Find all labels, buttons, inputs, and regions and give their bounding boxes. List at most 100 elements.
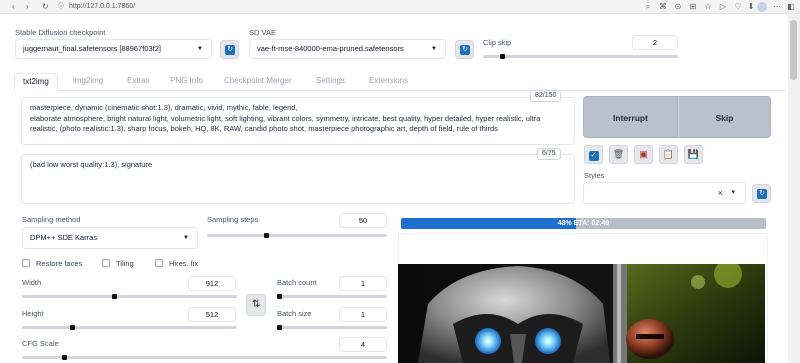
sampling-steps-label: Sampling steps bbox=[207, 215, 259, 224]
refresh-vae-button[interactable]: ↻ bbox=[455, 40, 474, 59]
restore-faces-label: Restore faces bbox=[36, 259, 83, 268]
batch-count-slider[interactable] bbox=[277, 295, 387, 298]
sampling-steps-slider[interactable] bbox=[207, 234, 387, 237]
page-scrollbar-thumb[interactable] bbox=[790, 20, 797, 80]
clip-skip-slider[interactable] bbox=[483, 55, 678, 58]
checkpoint-label: Stable Diffusion checkpoint bbox=[15, 28, 106, 37]
menu-icon[interactable]: ⋯ bbox=[772, 2, 782, 12]
tab-img2img[interactable]: img2img bbox=[73, 73, 103, 91]
sampling-steps-slider-thumb[interactable] bbox=[264, 233, 269, 238]
refresh-icon: ↻ bbox=[757, 189, 767, 199]
tab-extensions[interactable]: Extensions bbox=[369, 73, 408, 91]
tiling-label: Tiling bbox=[116, 259, 134, 268]
width-label: Width bbox=[22, 278, 42, 287]
tab-txt2img[interactable]: txt2img bbox=[14, 73, 58, 91]
height-label: Height bbox=[22, 309, 44, 318]
downloads-icon[interactable]: ⬇ bbox=[746, 2, 756, 12]
search-icon[interactable]: ⌕ bbox=[643, 2, 653, 12]
tool-button-save[interactable]: 💾 bbox=[684, 145, 703, 164]
refresh-styles-button[interactable]: ↻ bbox=[752, 184, 771, 203]
swap-icon: ⇅ bbox=[252, 299, 261, 310]
interrupt-button[interactable]: Interrupt bbox=[583, 96, 678, 138]
batch-size-label: Batch size bbox=[277, 309, 312, 318]
forward-icon[interactable]: › bbox=[26, 2, 29, 12]
progress-bar: 48% ETA: 02:49 bbox=[401, 218, 766, 229]
batch-size-input[interactable]: 1 bbox=[339, 307, 387, 322]
checkpoint-select[interactable]: juggernaut_final.safetensors [88967f03f2… bbox=[15, 39, 212, 59]
clip-skip-input[interactable]: 2 bbox=[632, 35, 678, 50]
cfg-scale-input[interactable]: 4 bbox=[339, 337, 387, 352]
prompt-textarea[interactable]: masterpiece, dynamic (cinematic shot:1.3… bbox=[21, 97, 575, 145]
extensions-icon[interactable]: ♡ bbox=[733, 2, 743, 12]
back-icon[interactable]: ‹ bbox=[12, 2, 15, 12]
vae-select[interactable]: vae-ft-mse-840000-ema-pruned.safetensors… bbox=[249, 39, 446, 59]
batch-count-input[interactable]: 1 bbox=[339, 276, 387, 291]
cfg-scale-slider-thumb[interactable] bbox=[62, 355, 67, 360]
clip-skip-slider-thumb[interactable] bbox=[500, 54, 505, 59]
tab-extras[interactable]: Extras bbox=[127, 73, 150, 91]
batch-size-slider[interactable] bbox=[277, 326, 387, 329]
restore-faces-checkbox[interactable] bbox=[22, 259, 30, 267]
sampling-steps-input[interactable]: 50 bbox=[339, 213, 387, 228]
height-slider-thumb[interactable] bbox=[70, 325, 75, 330]
refresh-icon: ↻ bbox=[460, 45, 470, 55]
styles-label: Styles bbox=[584, 171, 605, 180]
collections-icon[interactable]: ▷ bbox=[718, 2, 728, 12]
batch-count-slider-thumb[interactable] bbox=[277, 294, 282, 299]
cfg-scale-slider[interactable] bbox=[22, 356, 387, 359]
profile-avatar[interactable] bbox=[757, 2, 767, 12]
width-slider[interactable] bbox=[22, 295, 237, 298]
favorite-icon[interactable]: ☆ bbox=[703, 2, 713, 12]
read-aloud-icon[interactable]: ⌘ bbox=[658, 2, 668, 12]
sidebar-icon[interactable]: ◧ bbox=[786, 2, 796, 12]
hires-fix-label: Hires. fix bbox=[169, 259, 199, 268]
hires-fix-checkbox[interactable] bbox=[155, 259, 163, 267]
tab-bar: txt2img img2img Extras PNG Info Checkpoi… bbox=[14, 73, 786, 91]
tab-settings[interactable]: Settings bbox=[316, 73, 345, 91]
height-input[interactable]: 512 bbox=[188, 307, 236, 322]
clipboard-icon: 📋 bbox=[662, 149, 675, 159]
tool-button-clipboard[interactable]: 📋 bbox=[659, 145, 678, 164]
height-slider[interactable] bbox=[22, 326, 237, 329]
checkpoint-value: juggernaut_final.safetensors [88967f03f2… bbox=[23, 44, 162, 53]
negative-prompt-textarea[interactable]: (bad low worst quality:1.3), signature bbox=[21, 154, 575, 204]
checkbox-icon: ✓ bbox=[588, 151, 599, 161]
trash-icon: 🗑 bbox=[612, 149, 625, 159]
screenshot-icon[interactable]: ⊙ bbox=[673, 2, 683, 12]
save-icon: 💾 bbox=[687, 149, 700, 159]
tool-button-style-card[interactable]: ▣ bbox=[634, 145, 653, 164]
address-bar[interactable]: http://127.0.0.1:7860/ bbox=[69, 2, 135, 12]
tool-button-checkbox[interactable]: ✓ bbox=[584, 145, 603, 164]
chevron-down-icon: ▼ bbox=[431, 46, 437, 52]
generated-image[interactable] bbox=[398, 264, 765, 363]
batch-size-slider-thumb[interactable] bbox=[277, 325, 282, 330]
negative-prompt-token-counter: 6/75 bbox=[537, 148, 561, 160]
refresh-checkpoint-button[interactable]: ↻ bbox=[220, 40, 239, 59]
sampling-method-label: Sampling method bbox=[22, 215, 81, 224]
styles-select[interactable]: × ▾ bbox=[583, 182, 746, 204]
refresh-icon: ↻ bbox=[225, 45, 235, 55]
width-input[interactable]: 912 bbox=[188, 276, 236, 291]
browser-toolbar: ‹ › ↻ ⓘ http://127.0.0.1:7860/ ⌕ ⌘ ⊙ ⊞ ☆… bbox=[0, 0, 800, 14]
vae-label: SD VAE bbox=[249, 28, 276, 37]
generated-image-art bbox=[398, 264, 765, 363]
style-card-icon: ▣ bbox=[639, 149, 648, 159]
cfg-scale-label: CFG Scale bbox=[22, 339, 59, 348]
width-slider-thumb[interactable] bbox=[112, 294, 117, 299]
translate-icon[interactable]: ⊞ bbox=[688, 2, 698, 12]
skip-button[interactable]: Skip bbox=[678, 96, 771, 138]
vae-value: vae-ft-mse-840000-ema-pruned.safetensors bbox=[257, 44, 404, 53]
tab-checkpoint-merger[interactable]: Checkpoint Merger bbox=[224, 73, 292, 91]
batch-count-label: Batch count bbox=[277, 278, 317, 287]
swap-dimensions-button[interactable]: ⇅ bbox=[246, 294, 266, 316]
chevron-down-icon: ▾ bbox=[731, 189, 735, 196]
clear-icon[interactable]: × bbox=[718, 184, 723, 202]
tiling-checkbox[interactable] bbox=[102, 259, 110, 267]
tool-button-trash[interactable]: 🗑 bbox=[609, 145, 628, 164]
reload-icon[interactable]: ↻ bbox=[42, 2, 49, 12]
site-info-icon[interactable]: ⓘ bbox=[58, 2, 64, 12]
clip-skip-label: Clip skip bbox=[483, 38, 512, 47]
tab-png-info[interactable]: PNG Info bbox=[170, 73, 203, 91]
sampling-method-select[interactable]: DPM++ SDE Karras ▼ bbox=[22, 227, 198, 249]
prompt-token-counter: 82/150 bbox=[530, 90, 562, 102]
